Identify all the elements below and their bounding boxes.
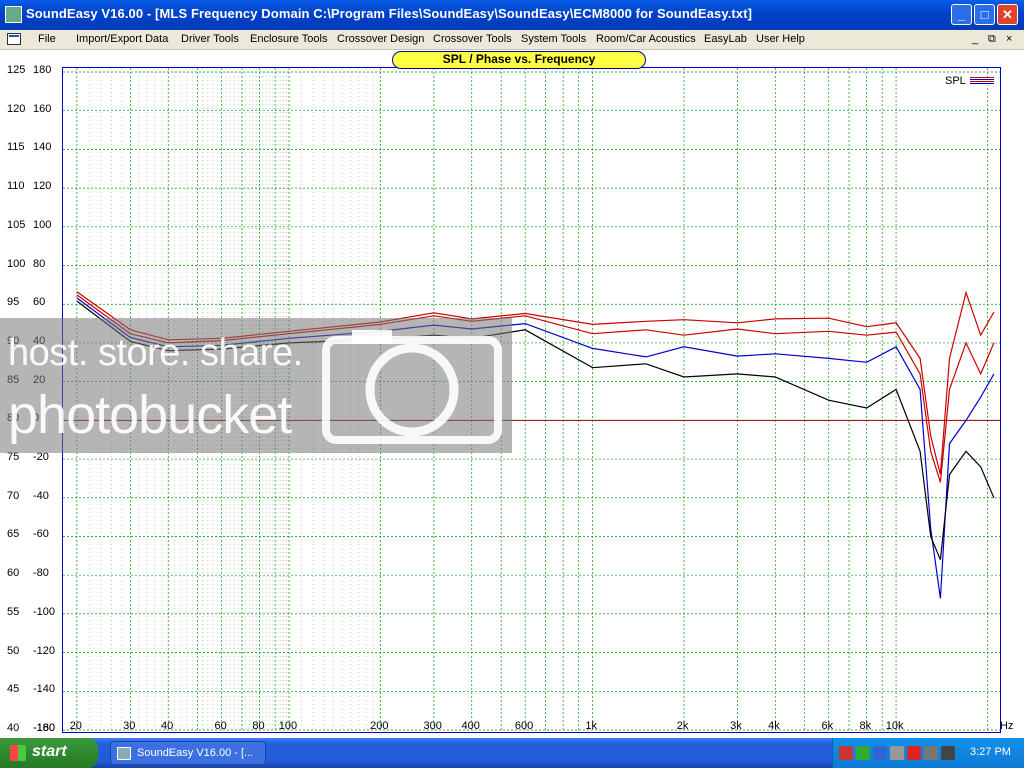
y-tick-spl: 120 xyxy=(7,102,26,115)
x-tick-label: 200 xyxy=(370,720,389,732)
menu-bar: File Import/Export Data Driver Tools Enc… xyxy=(0,30,1024,50)
start-label: start xyxy=(32,743,67,760)
task-label: SoundEasy V16.00 - [... xyxy=(137,747,254,759)
y-tick-spl: 50 xyxy=(7,644,20,657)
y-tick-phase: -140 xyxy=(33,683,56,696)
legend-swatch xyxy=(969,77,994,86)
y-tick-spl: 65 xyxy=(7,528,20,541)
app-icon xyxy=(5,6,22,23)
menu-enclosure-tools[interactable]: Enclosure Tools xyxy=(250,33,327,45)
x-tick-label: 2k xyxy=(676,720,689,732)
photobucket-watermark: host. store. share. photobucket xyxy=(0,318,512,453)
x-tick-label: 20 xyxy=(69,720,82,732)
clock[interactable]: 3:27 PM xyxy=(970,746,1011,758)
y-tick-spl: 70 xyxy=(7,489,20,502)
app-icon[interactable] xyxy=(890,746,904,760)
y-tick-phase: -80 xyxy=(33,567,49,580)
y-tick-spl: 60 xyxy=(7,567,20,580)
security-icon[interactable] xyxy=(873,746,887,760)
watermark-brand: photobucket xyxy=(8,385,292,445)
x-tick-label: 3k xyxy=(730,720,742,732)
menu-crossover-design[interactable]: Crossover Design xyxy=(337,33,424,45)
x-tick-label: 4k xyxy=(768,720,780,732)
chart-title: SPL / Phase vs. Frequency xyxy=(392,51,646,69)
y-tick-spl: 115 xyxy=(7,141,25,154)
menu-easylab[interactable]: EasyLab xyxy=(704,33,747,45)
x-tick-label: 1k xyxy=(585,720,597,732)
taskbar: start SoundEasy V16.00 - [... 3:27 PM xyxy=(0,738,1024,768)
y-tick-phase: -40 xyxy=(33,489,49,502)
y-tick-phase: 160 xyxy=(33,102,52,115)
taskbar-button-soundeasy[interactable]: SoundEasy V16.00 - [... xyxy=(110,741,266,765)
sync-icon[interactable] xyxy=(924,746,938,760)
mdi-restore-button[interactable]: ⧉ xyxy=(988,33,996,46)
y-tick-phase: -180 xyxy=(33,722,56,734)
y-tick-phase: 120 xyxy=(33,180,52,193)
menu-driver-tools[interactable]: Driver Tools xyxy=(181,33,239,45)
y-tick-phase: 60 xyxy=(33,296,46,309)
x-tick-label: 80 xyxy=(252,720,265,732)
network-icon[interactable] xyxy=(839,746,853,760)
y-tick-spl: 95 xyxy=(7,296,20,309)
legend-label-spl: SPL xyxy=(945,75,966,87)
x-tick-label: 60 xyxy=(214,720,227,732)
y-tick-spl: 100 xyxy=(7,257,26,270)
maximize-button[interactable]: □ xyxy=(974,4,995,25)
x-tick-label: 600 xyxy=(514,720,534,732)
system-tray: 3:27 PM xyxy=(832,738,1024,768)
x-tick-label: 6k xyxy=(821,720,834,732)
speaker-icon[interactable] xyxy=(941,746,955,760)
soundeasy-task-icon xyxy=(117,747,131,760)
menu-room-car-acoustics[interactable]: Room/Car Acoustics xyxy=(596,33,696,45)
y-tick-spl: 40 xyxy=(7,722,20,734)
x-tick-label: 8k xyxy=(859,720,872,732)
menu-crossover-tools[interactable]: Crossover Tools xyxy=(433,33,512,45)
chart-legend: SPL xyxy=(945,75,994,87)
y-tick-phase: -120 xyxy=(33,644,56,657)
x-tick-label: 100 xyxy=(278,720,298,732)
y-tick-phase: 140 xyxy=(33,141,52,154)
y-tick-phase: -100 xyxy=(33,605,56,618)
arrow-icon[interactable] xyxy=(907,746,921,760)
mdi-close-button[interactable]: × xyxy=(1006,33,1012,45)
menu-user-help[interactable]: User Help xyxy=(756,33,805,45)
x-tick-label: 10k xyxy=(885,720,904,732)
y-tick-spl: 55 xyxy=(7,605,20,618)
document-menu-icon[interactable] xyxy=(7,33,21,45)
x-tick-label: 40 xyxy=(161,720,174,732)
close-button[interactable]: ✕ xyxy=(997,4,1018,25)
menu-file[interactable]: File xyxy=(38,33,56,45)
y-tick-spl: 105 xyxy=(7,218,26,231)
window-title: SoundEasy V16.00 - [MLS Frequency Domain… xyxy=(26,6,753,21)
watermark-tagline: host. store. share. xyxy=(8,332,303,374)
y-tick-spl: 125 xyxy=(7,64,26,76)
y-tick-phase: 80 xyxy=(33,257,46,270)
y-tick-phase: -60 xyxy=(33,528,49,541)
y-tick-phase: 180 xyxy=(33,64,52,76)
volume-icon[interactable] xyxy=(856,746,870,760)
y-tick-spl: 110 xyxy=(7,180,25,193)
camera-logo-icon xyxy=(322,330,502,444)
minimize-button[interactable]: _ xyxy=(951,4,972,25)
title-bar[interactable]: SoundEasy V16.00 - [MLS Frequency Domain… xyxy=(0,0,1024,30)
start-button[interactable]: start xyxy=(0,738,98,768)
x-tick-label: 400 xyxy=(461,720,480,732)
x-tick-label: 300 xyxy=(423,720,442,732)
menu-system-tools[interactable]: System Tools xyxy=(521,33,586,45)
y-tick-spl: 45 xyxy=(7,683,20,696)
menu-import-export-data[interactable]: Import/Export Data xyxy=(76,33,168,45)
x-tick-label: 30 xyxy=(123,720,136,732)
x-unit: Hz xyxy=(1000,720,1014,732)
y-tick-phase: 100 xyxy=(33,218,52,231)
windows-logo-icon xyxy=(10,745,26,761)
mdi-minimize-button[interactable]: _ xyxy=(972,33,978,45)
